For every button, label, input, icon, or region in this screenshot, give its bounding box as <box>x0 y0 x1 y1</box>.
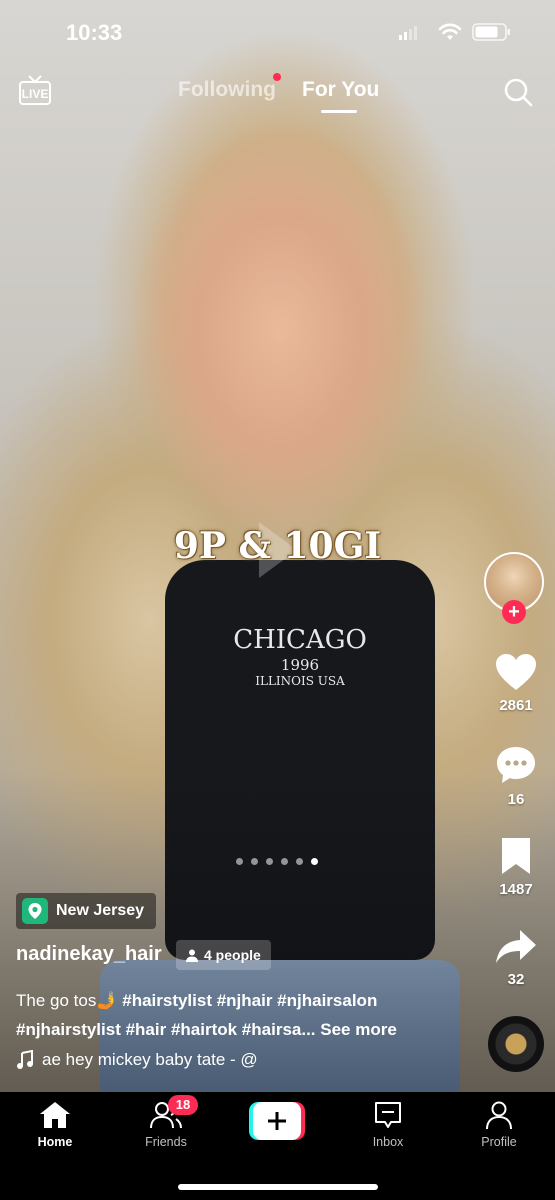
home-icon <box>40 1102 70 1128</box>
photo-carousel-indicator <box>236 858 318 866</box>
active-tab-indicator <box>321 110 357 113</box>
carousel-dot <box>281 858 288 865</box>
following-new-dot <box>273 73 281 81</box>
caption-hashtags-line2[interactable]: #njhairstylist #hair #hairtok #hairsa... <box>16 1020 316 1039</box>
creator-username[interactable]: nadinekay_hair <box>16 943 162 966</box>
location-name: New Jersey <box>56 902 145 919</box>
bottom-gradient <box>0 772 555 1092</box>
nav-profile[interactable]: Profile <box>459 1100 539 1149</box>
nav-home-label: Home <box>37 1135 73 1149</box>
shirt-text-line2: 1996 <box>280 656 320 674</box>
share-arrow-icon <box>496 930 536 963</box>
nav-inbox-label: Inbox <box>372 1135 404 1149</box>
see-more-link[interactable]: See more <box>320 1020 397 1039</box>
nav-friends-label: Friends <box>145 1135 187 1149</box>
bookmark-count: 1487 <box>499 881 533 898</box>
live-button[interactable]: LIVE <box>18 74 52 108</box>
carousel-dot <box>251 858 258 865</box>
comment-icon <box>497 747 535 783</box>
top-navigation: LIVE Following For You <box>0 72 555 122</box>
home-indicator <box>178 1184 378 1190</box>
cellular-signal-icon <box>399 26 417 40</box>
like-button[interactable]: 2861 <box>480 652 552 714</box>
carousel-dot <box>236 858 243 865</box>
caption-text: The go tos <box>16 991 97 1010</box>
location-tag[interactable]: New Jersey <box>16 893 157 929</box>
people-tag-label: 4 people <box>204 947 261 963</box>
bookmark-icon <box>502 838 530 874</box>
create-post-button[interactable] <box>249 1102 305 1140</box>
comment-count: 16 <box>507 791 525 808</box>
person-icon <box>186 949 198 962</box>
location-pin-icon <box>22 898 48 924</box>
status-bar: 10:33 <box>0 0 555 64</box>
like-count: 2861 <box>499 697 533 714</box>
share-count: 32 <box>507 971 525 988</box>
nav-home[interactable]: Home <box>15 1100 95 1149</box>
post-caption[interactable]: The go tos🤳 #hairstylist #njhair #njhair… <box>16 986 456 1044</box>
video-feed-screen[interactable]: CHICAGO 1996 ILLINOIS USA 10:33 LIVE Fol… <box>0 0 555 1200</box>
battery-icon <box>472 23 510 41</box>
tab-following[interactable]: Following <box>178 78 276 102</box>
music-ticker[interactable]: ae hey mickey baby tate - @ <box>16 1050 258 1070</box>
carousel-dot <box>296 858 303 865</box>
video-caption-overlay: 9P & 10GI <box>173 525 382 567</box>
caption-hashtags-line1[interactable]: #hairstylist #njhair #njhairsalon <box>122 991 377 1010</box>
profile-icon <box>486 1101 512 1130</box>
status-time: 10:33 <box>66 20 123 45</box>
people-tag-button[interactable]: 4 people <box>176 940 271 970</box>
bookmark-button[interactable]: 1487 <box>480 836 552 898</box>
comment-button[interactable]: 16 <box>480 744 552 808</box>
follow-plus-button[interactable]: + <box>502 600 526 624</box>
music-track-name: ae hey mickey baby tate - @ <box>42 1050 258 1069</box>
carousel-dot <box>266 858 273 865</box>
wifi-icon <box>438 23 462 40</box>
share-button[interactable]: 32 <box>480 928 552 988</box>
search-icon[interactable] <box>502 76 534 108</box>
tab-for-you[interactable]: For You <box>302 78 379 102</box>
music-note-icon <box>17 1050 33 1069</box>
live-label: LIVE <box>21 87 49 101</box>
nav-inbox[interactable]: Inbox <box>348 1100 428 1149</box>
carousel-dot-active <box>311 858 318 865</box>
shirt-text-line1: CHICAGO <box>233 625 367 655</box>
caption-emoji: 🤳 <box>96 991 118 1010</box>
sound-disc[interactable] <box>488 1016 544 1072</box>
inbox-icon <box>375 1102 401 1128</box>
heart-icon <box>496 654 536 690</box>
shirt-text-line3: ILLINOIS USA <box>255 674 345 688</box>
nav-profile-label: Profile <box>481 1135 517 1149</box>
plus-icon <box>249 1102 305 1140</box>
friends-notification-badge: 18 <box>168 1095 198 1115</box>
